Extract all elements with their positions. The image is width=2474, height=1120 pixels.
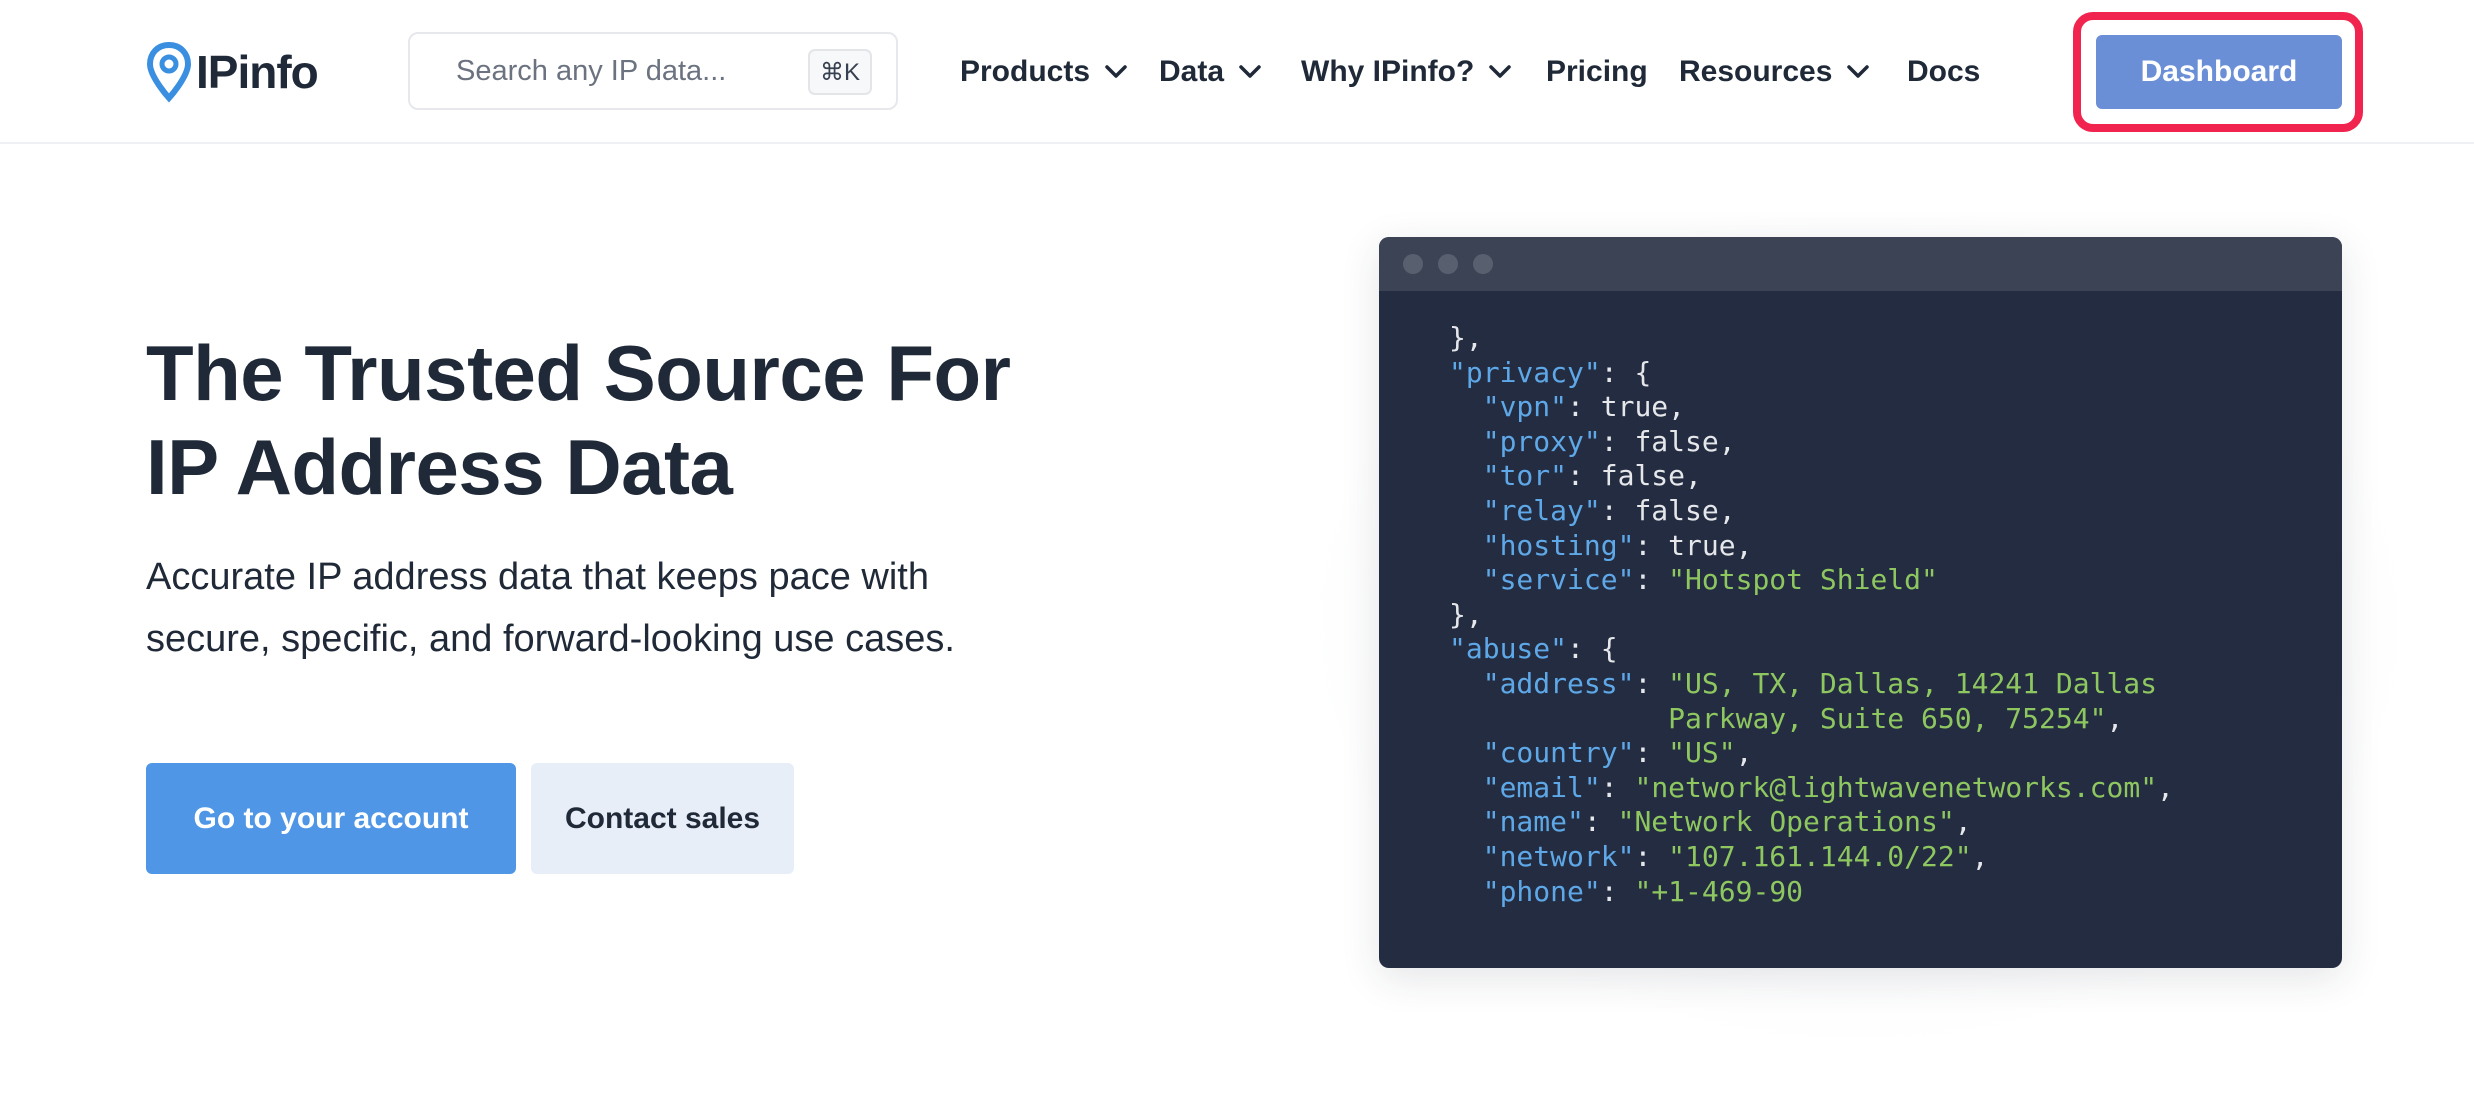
chevron-down-icon <box>1105 65 1127 78</box>
code-value-email: network@lightwavenetworks.com <box>1651 770 2141 804</box>
code-value-service: Hotspot Shield <box>1685 563 1922 597</box>
contact-sales-button[interactable]: Contact sales <box>531 763 794 874</box>
location-pin-icon <box>146 41 192 103</box>
nav-label-products: Products <box>960 55 1091 88</box>
logo-link[interactable]: IPinfo <box>146 40 319 104</box>
hero-subtitle-line-2: secure, specific, and forward-looking us… <box>146 618 955 660</box>
go-to-account-button[interactable]: Go to your account <box>146 763 516 874</box>
nav-label-docs: Docs <box>1907 55 1981 88</box>
json-code-sample: }, "privacy": { "vpn": true, "proxy": fa… <box>1449 321 2174 908</box>
nav-products[interactable]: Products <box>960 38 1128 106</box>
nav-label-data: Data <box>1159 55 1225 88</box>
code-window-titlebar <box>1379 237 2342 291</box>
code-key-abuse: abuse <box>1465 632 1551 666</box>
window-dot-icon <box>1473 254 1493 274</box>
code-value-address-line-2: Parkway, Suite 650, 75254 <box>1668 701 2090 735</box>
dashboard-button[interactable]: Dashboard <box>2096 35 2342 109</box>
nav-docs[interactable]: Docs <box>1907 38 1980 106</box>
code-value-network: 107.161.144.0/22 <box>1685 839 1955 873</box>
keyboard-shortcut-badge: ⌘K <box>808 49 872 95</box>
code-value-proxy: false <box>1634 424 1719 458</box>
nav-data[interactable]: Data <box>1159 38 1262 106</box>
code-value-vpn: true <box>1600 390 1669 424</box>
code-value-address-line-1: US, TX, Dallas, 14241 Dallas <box>1685 666 2158 700</box>
search-placeholder: Search any IP data... <box>456 54 727 87</box>
site-header: IPinfo Search any IP data... ⌘K Products… <box>0 0 2474 144</box>
nav-pricing[interactable]: Pricing <box>1546 38 1648 106</box>
nav-resources[interactable]: Resources <box>1679 38 1870 106</box>
window-dot-icon <box>1438 254 1458 274</box>
search-input[interactable]: Search any IP data... ⌘K <box>408 32 898 110</box>
chevron-down-icon <box>1239 65 1261 78</box>
code-value-relay: false <box>1634 493 1719 527</box>
hero-title: The Trusted Source For IP Address Data <box>146 326 1106 514</box>
nav-label-pricing: Pricing <box>1546 55 1648 88</box>
nav-why-ipinfo[interactable]: Why IPinfo? <box>1301 38 1512 106</box>
code-sample-window: }, "privacy": { "vpn": true, "proxy": fa… <box>1379 237 2342 968</box>
code-value-country: US <box>1685 736 1719 770</box>
hero-title-line-1: The Trusted Source For <box>146 329 1011 417</box>
chevron-down-icon <box>1847 65 1870 78</box>
code-key-privacy: privacy <box>1465 355 1584 389</box>
nav-label-why-ipinfo: Why IPinfo? <box>1301 55 1475 88</box>
hero-title-line-2: IP Address Data <box>146 423 733 511</box>
nav-label-resources: Resources <box>1679 55 1833 88</box>
code-value-hosting: true <box>1668 528 1736 562</box>
logo-text: IPinfo <box>196 46 319 98</box>
hero-subtitle: Accurate IP address data that keeps pace… <box>146 546 1046 670</box>
code-value-name: Network Operations <box>1634 805 1938 839</box>
code-value-phone: +1-469-90 <box>1651 874 1804 908</box>
window-dot-icon <box>1403 254 1423 274</box>
chevron-down-icon <box>1489 65 1512 78</box>
code-value-tor: false <box>1600 459 1686 493</box>
hero-subtitle-line-1: Accurate IP address data that keeps pace… <box>146 556 929 598</box>
